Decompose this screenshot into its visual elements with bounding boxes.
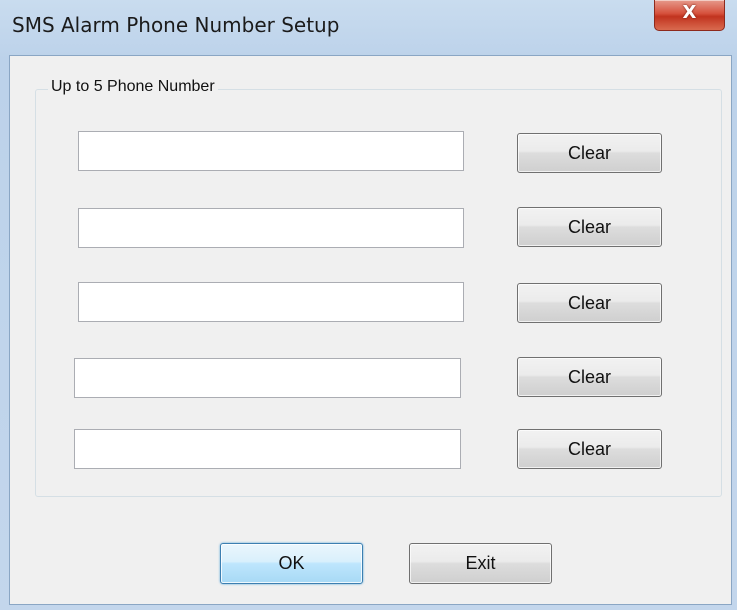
phone-number-input-3[interactable] <box>78 282 464 322</box>
window-title: SMS Alarm Phone Number Setup <box>12 13 340 37</box>
phone-number-input-1[interactable] <box>78 131 464 171</box>
close-button[interactable]: X <box>654 0 725 31</box>
phone-number-input-2[interactable] <box>78 208 464 248</box>
phone-number-input-5[interactable] <box>74 429 461 469</box>
clear-button-2[interactable]: Clear <box>517 207 662 247</box>
ok-button[interactable]: OK <box>220 543 363 584</box>
clear-button-5[interactable]: Clear <box>517 429 662 469</box>
exit-button[interactable]: Exit <box>409 543 552 584</box>
clear-button-1[interactable]: Clear <box>517 133 662 173</box>
close-icon: X <box>682 2 697 23</box>
group-legend: Up to 5 Phone Number <box>48 78 218 96</box>
dialog-window: SMS Alarm Phone Number Setup X Up to 5 P… <box>0 0 737 610</box>
dialog-client-area: Up to 5 Phone Number Clear Clear Clear C… <box>9 55 732 605</box>
clear-button-3[interactable]: Clear <box>517 283 662 323</box>
phone-number-input-4[interactable] <box>74 358 461 398</box>
clear-button-4[interactable]: Clear <box>517 357 662 397</box>
